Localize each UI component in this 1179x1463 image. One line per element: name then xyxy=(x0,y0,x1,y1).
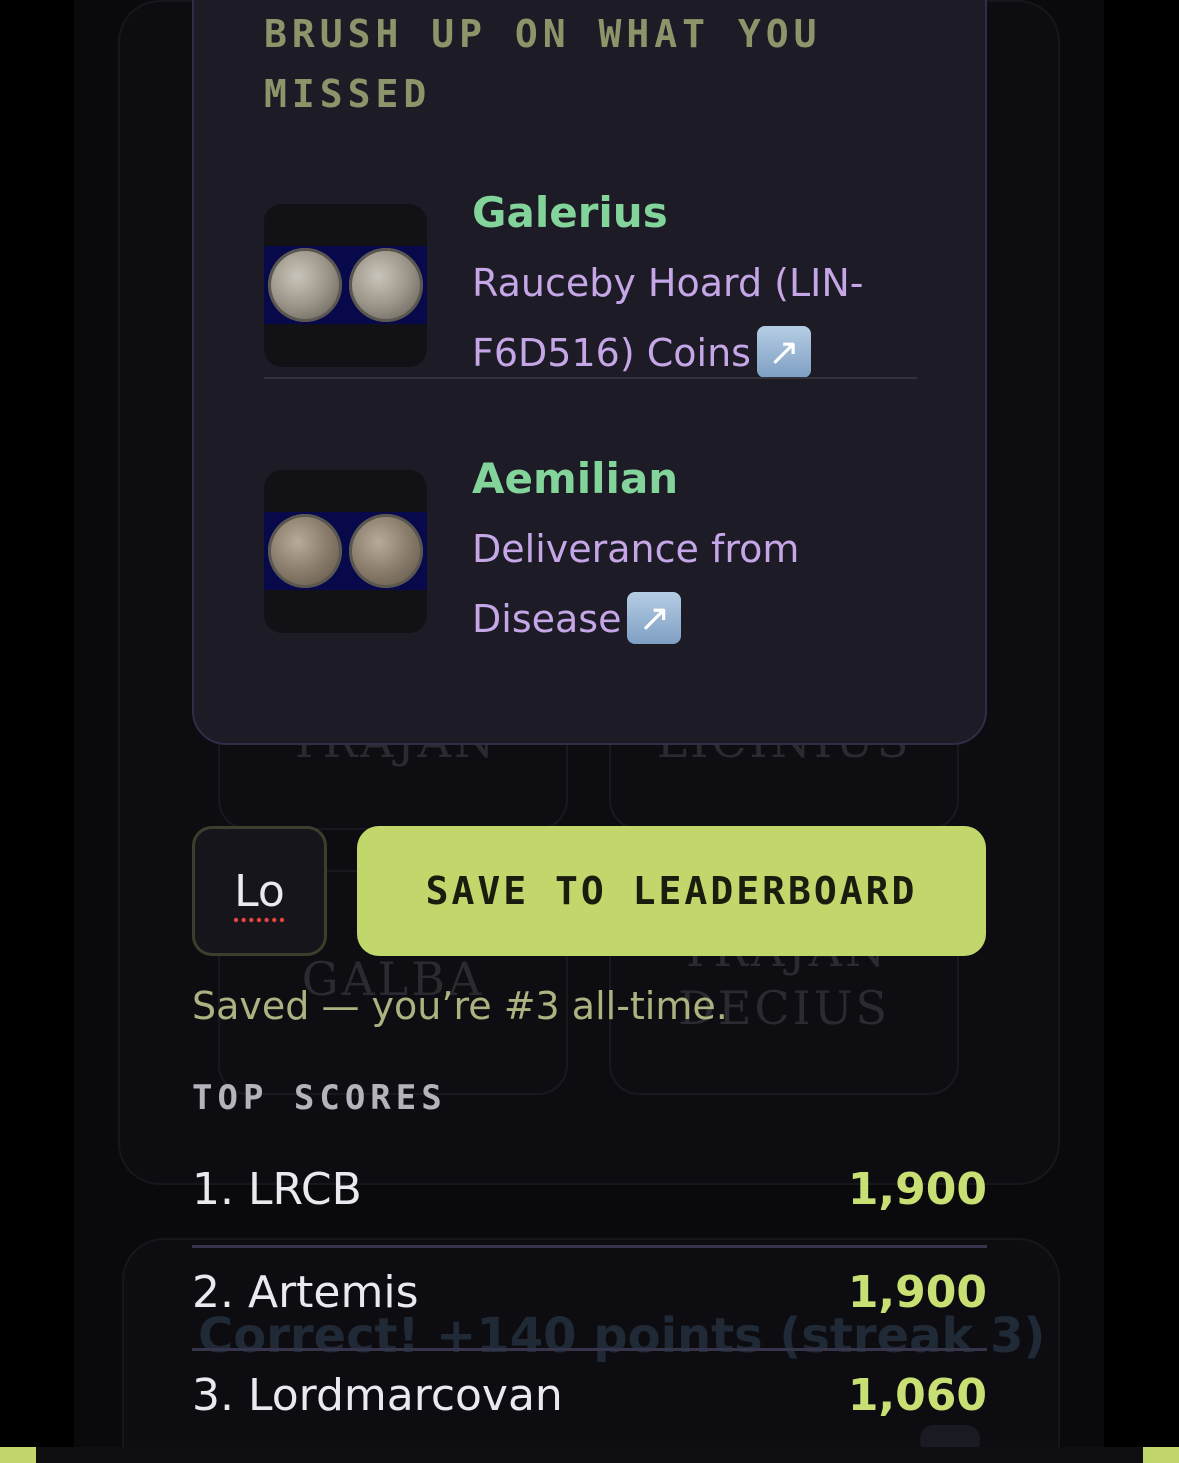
row-divider xyxy=(192,1245,987,1248)
bottom-edge-bar xyxy=(0,1447,1179,1463)
coin-thumbnail xyxy=(264,204,427,367)
leaderboard-row: 1. LRCB 1,900 xyxy=(192,1148,987,1248)
missed-heading: BRUSH UP ON WHAT YOU MISSED xyxy=(264,12,822,116)
coin-emperor-name: Aemilian xyxy=(472,454,679,503)
leaderboard-player: 1. LRCB xyxy=(192,1164,362,1215)
coin-obverse-image xyxy=(267,248,342,322)
coin-thumbnail xyxy=(264,470,427,633)
bottom-accent-right xyxy=(1143,1447,1179,1463)
save-to-leaderboard-button[interactable]: SAVE TO LEADERBOARD xyxy=(357,826,986,956)
game-screen: TRAJAN LICINIUS GALBA TRAJAN DECIUS Corr… xyxy=(74,0,1104,1447)
bottom-accent-left xyxy=(0,1447,36,1463)
external-link-icon: ↗ xyxy=(627,591,682,644)
initials-value: Lo xyxy=(234,866,285,917)
coin-obverse-image xyxy=(267,514,342,588)
initials-input[interactable]: Lo xyxy=(192,826,327,956)
item-divider xyxy=(264,377,917,379)
leaderboard-player: 3. Lordmarcovan xyxy=(192,1370,563,1421)
coin-source-link[interactable]: Rauceby Hoard (LIN-F6D516) Coins ↗ xyxy=(472,248,922,388)
leaderboard-player: 2. Artemis xyxy=(192,1267,419,1318)
coin-reverse-image xyxy=(349,514,424,588)
row-divider xyxy=(192,1348,987,1351)
leaderboard-row: 2. Artemis 1,900 xyxy=(192,1251,987,1351)
saved-status-text: Saved — you’re #3 all-time. xyxy=(192,984,728,1028)
leaderboard-score: 1,900 xyxy=(847,1164,987,1215)
top-scores-heading: TOP SCORES xyxy=(192,1078,447,1118)
missed-coin-item: Aemilian Deliverance from Disease ↗ xyxy=(264,454,919,644)
coin-emperor-name: Galerius xyxy=(472,188,668,237)
coin-source-link[interactable]: Deliverance from Disease ↗ xyxy=(472,514,922,654)
coin-reverse-image xyxy=(349,248,424,322)
missed-coins-panel: BRUSH UP ON WHAT YOU MISSED Galerius Rau… xyxy=(192,0,987,745)
leaderboard-row: 3. Lordmarcovan 1,060 xyxy=(192,1354,987,1447)
leaderboard-score: 1,900 xyxy=(847,1267,987,1318)
external-link-icon: ↗ xyxy=(756,325,811,378)
leaderboard-score: 1,060 xyxy=(847,1370,987,1421)
missed-coin-item: Galerius Rauceby Hoard (LIN-F6D516) Coin… xyxy=(264,188,919,378)
